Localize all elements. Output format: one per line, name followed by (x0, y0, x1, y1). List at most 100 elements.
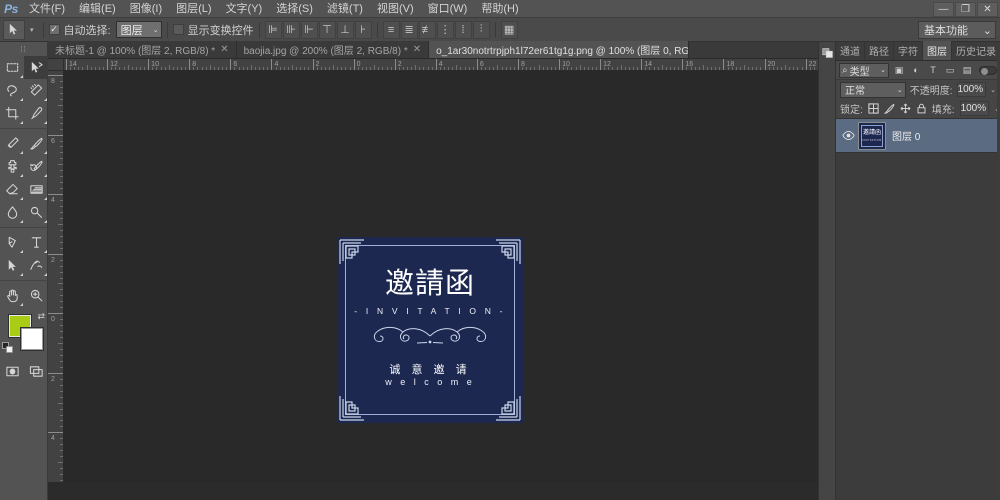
swap-colors-icon[interactable]: ⇄ (37, 311, 45, 322)
filter-shape-layers-icon[interactable]: ▭ (943, 63, 957, 78)
menu-window[interactable]: 窗口(W) (421, 0, 475, 18)
align-top-edges-button[interactable]: ⊤ (319, 21, 336, 39)
layer-filter-kind-dropdown[interactable]: ⌕ 类型 ⌄ (839, 63, 889, 78)
align-bottom-edges-button[interactable]: ⊦ (355, 21, 372, 39)
restore-button[interactable]: ❐ (955, 2, 976, 17)
distribute-right-edges-button[interactable]: ⫶ (473, 21, 490, 39)
crop-tool-button[interactable] (0, 102, 24, 125)
eraser-tool-button[interactable] (0, 178, 24, 201)
horizontal-type-tool-button[interactable] (24, 231, 48, 254)
background-color-swatch[interactable] (21, 328, 43, 350)
document-tab-baojia[interactable]: baojia.jpg @ 200% (图层 2, RGB/8) * ✕ (237, 41, 430, 58)
filter-type-layers-icon[interactable]: T (926, 63, 940, 78)
menu-type[interactable]: 文字(Y) (219, 0, 270, 18)
align-horizontal-centers-button[interactable]: ⊪ (283, 21, 300, 39)
canvas-area[interactable]: 邀請函 - I N V I T A T I O N - 诚 意 邀 请 w e … (64, 71, 818, 482)
align-right-edges-button[interactable]: ⊩ (301, 21, 318, 39)
rectangular-marquee-tool-button[interactable] (0, 56, 24, 79)
vertical-ruler[interactable]: 8642024 (48, 71, 64, 482)
ruler-major-tick (518, 59, 519, 71)
layer-visibility-toggle[interactable] (838, 130, 858, 141)
document-tab-untitled[interactable]: 未标题-1 @ 100% (图层 2, RGB/8) * ✕ (48, 41, 237, 58)
color-panel-icon[interactable] (819, 42, 837, 64)
lock-position-icon[interactable] (900, 102, 911, 115)
filter-smart-objects-icon[interactable]: ▤ (960, 63, 974, 78)
minimize-button[interactable]: — (933, 2, 954, 17)
menu-view[interactable]: 视图(V) (370, 0, 421, 18)
filter-enable-toggle[interactable] (979, 66, 997, 75)
ruler-minor-tick (197, 67, 198, 70)
opacity-input[interactable]: 100% (957, 82, 987, 97)
rectangle-tool-button[interactable] (24, 254, 48, 277)
workspace-selector[interactable]: 基本功能 ⌄ (918, 21, 996, 39)
document-tab-invitation-png[interactable]: o_1ar30notrtrpjph1l72er61tg1g.png @ 100%… (429, 41, 689, 58)
quick-selection-tool-button[interactable] (24, 79, 48, 102)
auto-select-scope-dropdown[interactable]: 图层 ⌄ (116, 21, 162, 38)
menu-filter[interactable]: 滤镜(T) (320, 0, 370, 18)
move-tool-icon[interactable] (3, 20, 25, 40)
close-icon[interactable]: ✕ (220, 44, 228, 55)
close-icon[interactable]: ✕ (413, 44, 421, 55)
tab-layers[interactable]: 图层 (923, 41, 952, 60)
lock-all-icon[interactable] (916, 102, 927, 115)
3d-mode-button[interactable]: ▦ (501, 21, 518, 39)
close-button[interactable]: ✕ (977, 2, 998, 17)
layer-thumbnail[interactable]: 邀請函 INVITATION (858, 122, 886, 150)
distribute-vertical-centers-button[interactable]: ≣ (401, 21, 418, 39)
tab-paths[interactable]: 路径 (865, 41, 894, 60)
eyedropper-tool-button[interactable] (24, 102, 48, 125)
menu-help[interactable]: 帮助(H) (474, 0, 525, 18)
lock-image-pixels-icon[interactable] (884, 102, 895, 115)
distribute-horizontal-centers-button[interactable]: ⁞ (455, 21, 472, 39)
tab-channels[interactable]: 通道 (836, 41, 865, 60)
lock-transparent-pixels-icon[interactable] (868, 102, 879, 115)
auto-select-checkbox[interactable]: ✓ 自动选择: (49, 22, 111, 38)
right-panel-dock: 通道 路径 字符 图层 历史记录 动作 ≡ ⌕ 类型 ⌄ ▣ ◐ T ▭ ▤ 正… (836, 42, 1000, 500)
align-vertical-centers-button[interactable]: ⊥ (337, 21, 354, 39)
horizontal-ruler[interactable]: 14121086420246810121416182022 (64, 59, 818, 71)
blend-mode-dropdown[interactable]: 正常 ⌄ (840, 82, 906, 98)
fill-input[interactable]: 100% (960, 101, 990, 116)
filter-pixel-layers-icon[interactable]: ▣ (892, 63, 906, 78)
lasso-tool-button[interactable] (0, 79, 24, 102)
align-left-edges-button[interactable]: ⊫ (265, 21, 282, 39)
pen-tool-button[interactable] (0, 231, 24, 254)
move-tool-button[interactable] (24, 56, 48, 79)
tool-preset-chevron-down-icon[interactable]: ▾ (26, 26, 38, 34)
menu-select[interactable]: 选择(S) (269, 0, 320, 18)
brush-tool-button[interactable] (24, 132, 48, 155)
clone-stamp-tool-button[interactable] (0, 155, 24, 178)
menu-file[interactable]: 文件(F) (22, 0, 72, 18)
menu-image[interactable]: 图像(I) (123, 0, 169, 18)
menu-layer[interactable]: 图层(L) (169, 0, 218, 18)
blur-tool-button[interactable] (0, 201, 24, 224)
gradient-tool-button[interactable] (24, 178, 48, 201)
path-selection-tool-button[interactable] (0, 254, 24, 277)
zoom-tool-button[interactable] (24, 284, 48, 307)
ruler-minor-tick (193, 67, 194, 70)
tab-character[interactable]: 字符 (894, 41, 923, 60)
distribute-top-edges-button[interactable]: ≡ (383, 21, 400, 39)
hand-tool-button[interactable] (0, 284, 24, 307)
dodge-tool-button[interactable] (24, 201, 48, 224)
toolbox-drag-handle[interactable]: ⁞⁞ (0, 42, 47, 56)
distribute-bottom-edges-button[interactable]: ≢ (419, 21, 436, 39)
menu-edit[interactable]: 编辑(E) (72, 0, 123, 18)
ruler-minor-tick (132, 67, 133, 70)
ruler-origin-corner[interactable] (48, 59, 64, 71)
history-brush-tool-button[interactable] (24, 155, 48, 178)
edit-in-quick-mask-mode-button[interactable] (0, 361, 24, 381)
tab-history[interactable]: 历史记录 (952, 41, 1000, 60)
default-colors-icon[interactable] (2, 342, 14, 357)
ruler-minor-tick (60, 278, 63, 279)
table-row[interactable]: 邀請函 INVITATION 图层 0 (836, 119, 1000, 153)
filter-adjustment-layers-icon[interactable]: ◐ (909, 63, 923, 78)
ruler-minor-tick (633, 67, 634, 70)
distribute-left-edges-button[interactable]: ⋮ (437, 21, 454, 39)
opacity-stepper-icon[interactable]: ⌄ (990, 86, 996, 94)
ruler-minor-tick (485, 67, 486, 70)
spot-healing-brush-tool-button[interactable] (0, 132, 24, 155)
change-screen-mode-button[interactable] (24, 361, 48, 381)
show-transform-controls-checkbox[interactable]: ✓ 显示变换控件 (173, 22, 254, 38)
invitation-card-document[interactable]: 邀請函 - I N V I T A T I O N - 诚 意 邀 请 w e … (337, 237, 523, 423)
